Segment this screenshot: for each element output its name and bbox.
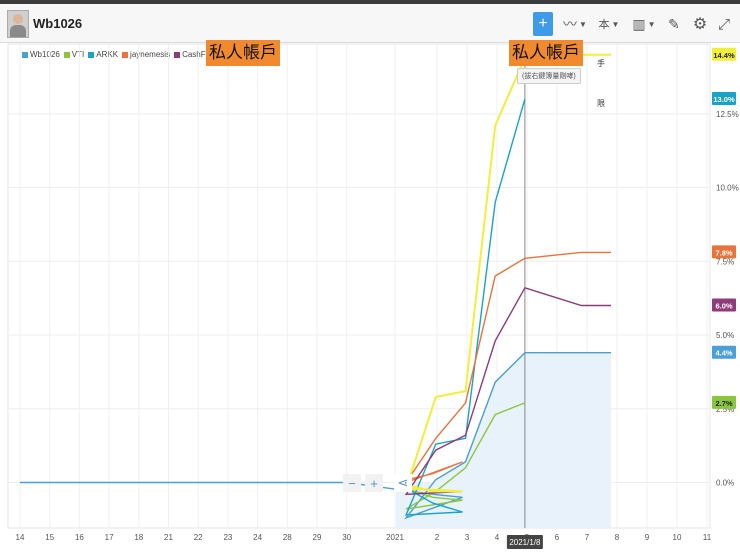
x-tick-label: 18: [134, 533, 143, 542]
share-icon: ⋖: [397, 475, 409, 490]
last-value-label: 14.4%: [713, 51, 735, 60]
x-tick-label: 4: [495, 533, 500, 542]
x-tick-label: 24: [253, 533, 262, 542]
x-tick-label: 21: [164, 533, 173, 542]
overlay-label-right: 私人帳戶: [509, 40, 583, 66]
x-tick-label: 3: [465, 533, 470, 542]
x-tick-label: 22: [194, 533, 203, 542]
x-tick-label: 30: [342, 533, 351, 542]
last-value-label: 7.8%: [715, 248, 732, 257]
tooltip-hint: (拔右鍵簿量剛哮): [517, 68, 581, 84]
y-tick-label: 7.5%: [716, 257, 734, 266]
x-tick-label: 6: [555, 533, 560, 542]
x-tick-label: 14: [16, 533, 25, 542]
x-tick-label: 16: [75, 533, 84, 542]
x-tick-label: 23: [223, 533, 232, 542]
x-tick-label: 29: [313, 533, 322, 542]
x-tick-label: 28: [283, 533, 292, 542]
side-char-2: 限: [597, 99, 605, 108]
x-tick-label: 15: [45, 533, 54, 542]
x-tick-label: 7: [585, 533, 590, 542]
y-tick-label: 10.0%: [716, 184, 739, 193]
side-char-1: 手: [597, 59, 605, 68]
last-value-label: 2.7%: [715, 399, 732, 408]
share-button[interactable]: ⋖: [394, 474, 412, 492]
minus-icon: −: [348, 475, 356, 491]
x-tick-label: 2021: [386, 533, 404, 542]
last-value-label: 4.4%: [715, 349, 732, 358]
y-tick-label: 0.0%: [716, 479, 734, 488]
zoom-out-button[interactable]: −: [343, 474, 361, 492]
last-value-label: 13.0%: [713, 95, 735, 104]
x-tick-label: 8: [615, 533, 620, 542]
x-tick-label: 17: [105, 533, 114, 542]
y-tick-label: 5.0%: [716, 331, 734, 340]
y-tick-label: 12.5%: [716, 110, 739, 119]
x-tick-label: 11: [703, 533, 712, 542]
chart-plot: 1415161718212223242829302021234567891011…: [7, 43, 739, 549]
plus-icon: +: [370, 475, 378, 491]
last-value-label: 6.0%: [715, 302, 732, 311]
x-tick-label: 9: [645, 533, 650, 542]
zoom-in-button[interactable]: +: [365, 474, 383, 492]
overlay-label-left: 私人帳戶: [206, 40, 280, 66]
x-tick-label: 10: [673, 533, 682, 542]
crosshair-label: 2021/1/8: [509, 538, 541, 547]
x-tick-label: 2: [435, 533, 440, 542]
